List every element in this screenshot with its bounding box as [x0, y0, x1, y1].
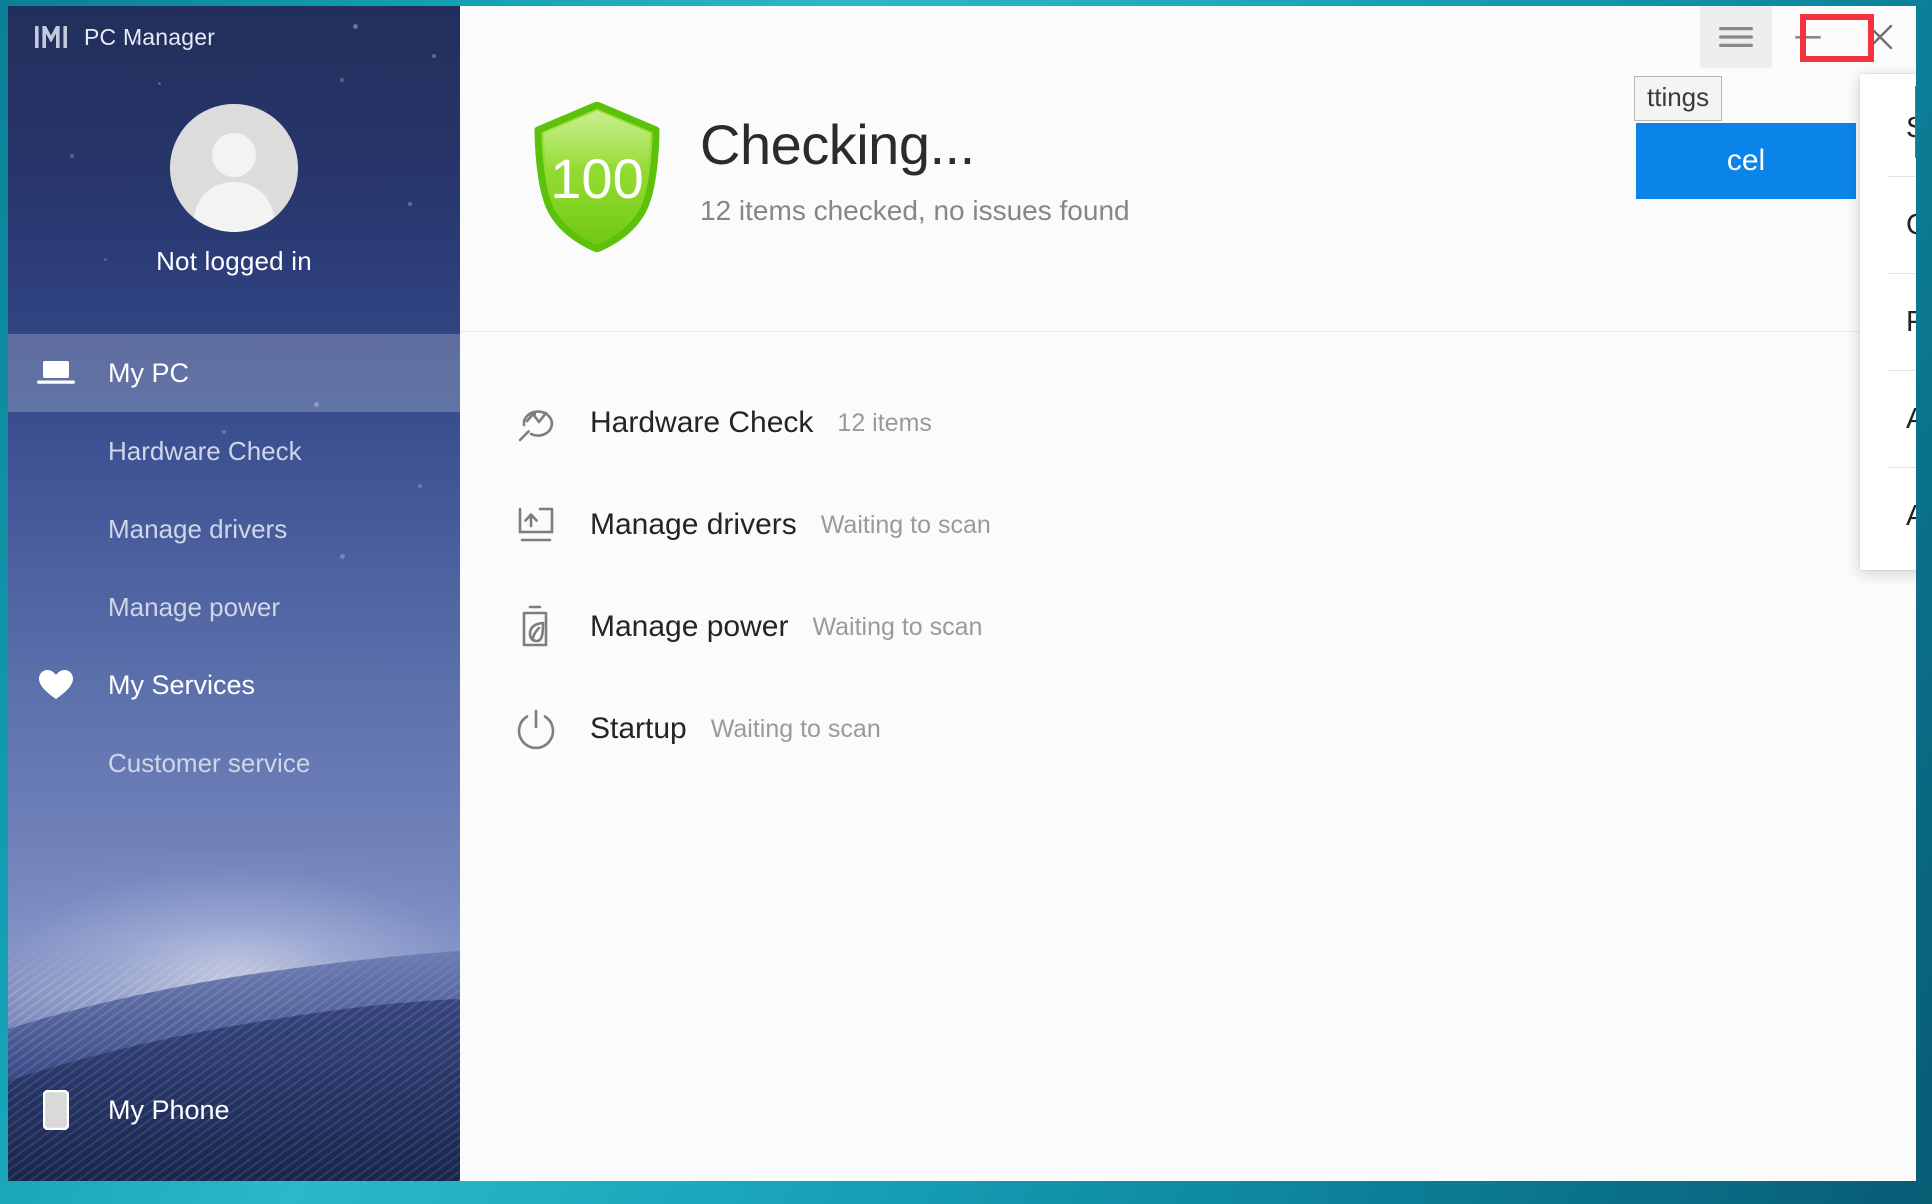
- sidebar-nav-bottom: My Phone: [8, 1071, 460, 1149]
- score-shield: 100: [532, 101, 662, 257]
- status-text-block: Checking... 12 items checked, no issues …: [700, 112, 1130, 227]
- star-dot: [432, 54, 436, 58]
- scan-list: Hardware Check 12 items Manage drivers W…: [460, 332, 1916, 780]
- sidebar-item-my-services[interactable]: My Services: [8, 646, 460, 724]
- sidebar-item-hardware-check[interactable]: Hardware Check: [8, 412, 460, 490]
- score-value: 100: [550, 147, 643, 210]
- menu-button[interactable]: [1700, 6, 1772, 68]
- user-avatar-icon: [170, 104, 298, 232]
- scan-row-startup[interactable]: Startup Waiting to scan: [460, 678, 1916, 780]
- sidebar-item-my-phone[interactable]: My Phone: [8, 1071, 460, 1149]
- status-subtitle: 12 items checked, no issues found: [700, 195, 1130, 226]
- settings-menu-item[interactable]: Settings: [1860, 80, 1916, 176]
- pcmanager-logo-icon: [35, 26, 67, 48]
- sidebar-item-customer-service[interactable]: Customer service: [8, 724, 460, 802]
- sidebar-item-label: Hardware Check: [108, 435, 302, 466]
- scan-row-manage-drivers[interactable]: Manage drivers Waiting to scan: [460, 474, 1916, 576]
- scan-row-label: Manage drivers: [590, 508, 797, 541]
- sidebar: PC Manager Not logged in My PC Hardware …: [8, 6, 460, 1181]
- phone-icon: [34, 1090, 78, 1130]
- scan-row-status: Waiting to scan: [820, 510, 991, 539]
- sidebar-item-manage-power[interactable]: Manage power: [8, 568, 460, 646]
- menu-item-label: Settings: [1906, 111, 1916, 144]
- scan-row-status: Waiting to scan: [812, 612, 983, 641]
- app-title: PC Manager: [84, 23, 216, 50]
- sidebar-item-manage-drivers[interactable]: Manage drivers: [8, 490, 460, 568]
- check-for-updates-menu-item[interactable]: Check for updates: [1860, 177, 1916, 273]
- account-block[interactable]: Not logged in: [8, 104, 460, 277]
- app-notice-menu-item[interactable]: App notice: [1860, 371, 1916, 467]
- driver-update-icon: [510, 504, 562, 546]
- scan-row-label: Startup: [590, 712, 687, 745]
- background-tooltip: ttings: [1634, 76, 1723, 121]
- horizon-glow: [8, 852, 460, 1087]
- scan-row-status: 12 items: [837, 408, 932, 437]
- main-content: ttings cel 100 Checking... 12 items chec…: [460, 6, 1916, 1181]
- sidebar-item-my-pc[interactable]: My PC: [8, 334, 460, 412]
- pc-manager-window: PC Manager Not logged in My PC Hardware …: [8, 6, 1916, 1181]
- scan-row-label: Hardware Check: [590, 406, 814, 439]
- hamburger-menu-icon: [1719, 27, 1753, 47]
- close-icon: [1867, 24, 1893, 50]
- scan-row-manage-power[interactable]: Manage power Waiting to scan: [460, 576, 1916, 678]
- close-button[interactable]: [1844, 6, 1916, 68]
- minimize-icon: [1795, 36, 1821, 39]
- sidebar-nav: My PC Hardware Check Manage drivers Mana…: [8, 334, 460, 802]
- sidebar-item-label: Manage drivers: [108, 513, 288, 544]
- heart-icon: [34, 669, 78, 701]
- cancel-button[interactable]: cel: [1636, 123, 1856, 199]
- feedback-menu-item[interactable]: Feedback: [1860, 274, 1916, 370]
- about-menu-item[interactable]: About: [1860, 468, 1916, 564]
- shield-score-icon: 100: [534, 101, 660, 253]
- star-dot: [340, 78, 344, 82]
- status-title: Checking...: [700, 113, 975, 176]
- sidebar-item-label: My Services: [108, 669, 256, 700]
- desktop-background: PC Manager Not logged in My PC Hardware …: [0, 0, 1932, 1204]
- hardware-scan-icon: [510, 401, 562, 445]
- menu-item-label: App notice: [1906, 402, 1916, 435]
- scan-row-label: Manage power: [590, 610, 789, 643]
- power-icon: [510, 707, 562, 751]
- minimize-button[interactable]: [1772, 6, 1844, 68]
- battery-leaf-icon: [510, 604, 562, 650]
- scan-row-hardware-check[interactable]: Hardware Check 12 items: [460, 372, 1916, 474]
- star-dot: [353, 24, 358, 29]
- app-menu-dropdown: Settings Check for updates Feedback App …: [1860, 74, 1916, 570]
- menu-item-label: About: [1906, 499, 1916, 532]
- sidebar-item-label: Customer service: [108, 747, 311, 778]
- menu-item-label: Feedback: [1906, 305, 1916, 338]
- star-dot: [158, 82, 161, 85]
- scan-row-status: Waiting to scan: [710, 714, 881, 743]
- sidebar-item-label: Manage power: [108, 591, 280, 622]
- avatar[interactable]: [170, 104, 298, 232]
- sidebar-item-label: My PC: [108, 357, 189, 388]
- account-name: Not logged in: [156, 246, 312, 276]
- menu-item-label: Check for updates: [1906, 209, 1916, 242]
- sidebar-item-label: My Phone: [108, 1094, 230, 1125]
- laptop-icon: [34, 358, 78, 388]
- brand: PC Manager: [34, 22, 215, 52]
- window-controls: [1700, 6, 1916, 68]
